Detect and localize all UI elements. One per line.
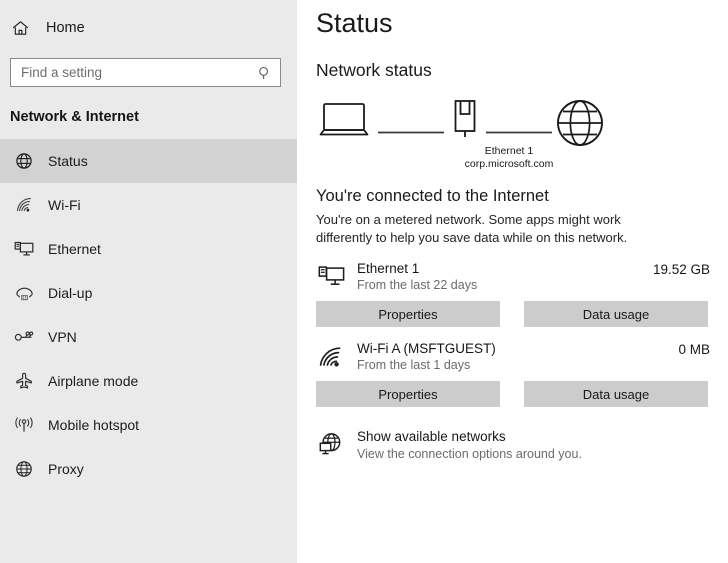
mobile-hotspot-icon [12, 414, 36, 436]
data-usage-button[interactable]: Data usage [524, 381, 708, 407]
connection-status: You're connected to the Internet [316, 187, 549, 205]
sidebar-item-wifi-label: Wi-Fi [48, 197, 81, 213]
sidebar-item-vpn[interactable]: VPN [0, 315, 297, 359]
adapter-row: Ethernet 1 From the last 22 days 19.52 G… [316, 261, 728, 292]
adapter-duration: From the last 22 days [357, 278, 478, 292]
sidebar-item-proxy[interactable]: Proxy [0, 447, 297, 491]
sidebar-item-home[interactable]: Home [0, 8, 297, 48]
show-networks-icon [316, 429, 346, 459]
data-usage-button[interactable]: Data usage [524, 301, 708, 327]
adapter-usage: 19.52 GB [652, 262, 710, 277]
vpn-key-icon [12, 326, 36, 348]
sidebar-item-status-label: Status [48, 153, 88, 169]
adapter-name: Ethernet 1 [357, 261, 420, 276]
search-box[interactable] [10, 58, 281, 87]
properties-button[interactable]: Properties [316, 381, 500, 407]
show-networks-text: Show available networks View the connect… [357, 429, 582, 461]
sidebar-item-airplane-mode-label: Airplane mode [48, 373, 139, 389]
sidebar-nav: Status Wi-Fi Ethernet Dial-up VPN Airpla… [0, 139, 297, 491]
settings-window: Home Network & Internet [0, 0, 728, 563]
sidebar-item-mobile-hotspot-label: Mobile hotspot [48, 417, 140, 433]
airplane-icon [12, 370, 36, 392]
wifi-signal-icon [316, 342, 346, 372]
sidebar-item-home-label: Home [46, 20, 85, 36]
sidebar-item-dialup[interactable]: Dial-up [0, 271, 297, 315]
diagram-labels: Ethernet 1 corp.microsoft.com [404, 145, 614, 171]
page-title: Status [316, 8, 393, 38]
sidebar-item-status[interactable]: Status [0, 139, 297, 183]
sidebar-section-title: Network & Internet [10, 109, 139, 125]
network-diagram: Ethernet 1 corp.microsoft.com [316, 93, 728, 179]
diagram-adapter-name: Ethernet 1 [484, 145, 534, 157]
properties-button[interactable]: Properties [316, 301, 500, 327]
section-heading: Network status [316, 60, 432, 80]
metered-note: You're on a metered network. Some apps m… [316, 212, 628, 245]
home-icon [12, 18, 36, 38]
show-available-networks[interactable]: Show available networks View the connect… [316, 429, 728, 461]
adapter-row: Wi-Fi A (MSFTGUEST) From the last 1 days… [316, 341, 728, 372]
search-container [0, 48, 297, 87]
sidebar-item-wifi[interactable]: Wi-Fi [0, 183, 297, 227]
sidebar-item-vpn-label: VPN [48, 329, 77, 345]
show-networks-subtitle: View the connection options around you. [357, 447, 582, 461]
sidebar-item-airplane-mode[interactable]: Airplane mode [0, 359, 297, 403]
sidebar-item-ethernet-label: Ethernet [48, 241, 101, 257]
laptop-icon [316, 101, 372, 148]
main-content: Status Network status Ethernet 1 corp.mi… [297, 0, 728, 563]
sidebar-item-dialup-label: Dial-up [48, 285, 93, 301]
adapter-info: Wi-Fi A (MSFTGUEST) From the last 1 days [357, 341, 678, 372]
sidebar-item-ethernet[interactable]: Ethernet [0, 227, 297, 271]
adapter-name: Wi-Fi A (MSFTGUEST) [357, 341, 496, 356]
diagram-domain: corp.microsoft.com [464, 158, 554, 170]
sidebar: Home Network & Internet [0, 0, 297, 563]
ethernet-monitor-icon [316, 262, 346, 292]
connection-line-2 [486, 121, 552, 139]
connection-line-1 [378, 121, 444, 139]
show-networks-title: Show available networks [357, 429, 506, 444]
sidebar-item-proxy-label: Proxy [48, 461, 84, 477]
status-globe-icon [12, 150, 36, 172]
adapter-duration: From the last 1 days [357, 358, 471, 372]
adapter-usage: 0 MB [678, 342, 710, 357]
dialup-icon [12, 282, 36, 304]
search-icon[interactable] [258, 66, 272, 80]
search-input[interactable] [11, 59, 280, 86]
proxy-globe-icon [12, 458, 36, 480]
adapter-button-row: Properties Data usage [316, 381, 728, 407]
adapter-info: Ethernet 1 From the last 22 days [357, 261, 653, 292]
ethernet-icon [12, 238, 36, 260]
wifi-icon [12, 194, 36, 216]
sidebar-item-mobile-hotspot[interactable]: Mobile hotspot [0, 403, 297, 447]
ethernet-plug-icon [447, 97, 483, 150]
adapter-button-row: Properties Data usage [316, 301, 728, 327]
